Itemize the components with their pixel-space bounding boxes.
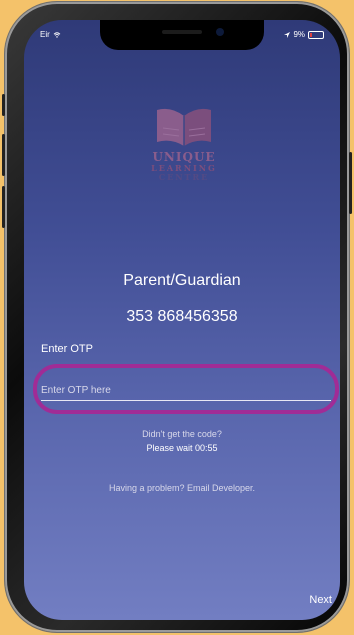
logo-text-line3: CENTRE [158,172,210,182]
logo-text-line1: UNIQUE [152,150,216,164]
notch [100,20,264,50]
status-bar-left: Eir [40,30,61,39]
phone-frame: Eir 9% UNIQUE LEARNING CENTRE Parent/Gua… [2,2,352,632]
app-logo: UNIQUE LEARNING CENTRE [149,104,219,194]
app-screen: Eir 9% UNIQUE LEARNING CENTRE Parent/Gua… [24,20,340,620]
carrier-label: Eir [40,30,50,39]
volume-down-button [2,186,5,228]
role-title: Parent/Guardian [123,272,241,289]
email-developer-link[interactable]: Having a problem? Email Developer. [24,483,340,493]
power-button [349,152,352,214]
speaker-grille [162,30,202,34]
mute-switch [2,94,5,116]
front-camera [216,28,224,36]
location-arrow-icon [284,31,291,38]
phone-number: 353 868456358 [126,308,238,325]
next-button[interactable]: Next [309,594,332,606]
otp-label: Enter OTP [41,343,93,355]
resend-prompt: Didn't get the code? [142,429,222,439]
battery-icon [308,30,324,39]
open-book-logo-icon [157,108,211,146]
otp-input[interactable] [41,380,331,401]
status-bar-right: 9% [284,30,324,39]
wifi-icon [53,31,61,38]
resend-timer: Please wait 00:55 [146,443,218,453]
battery-percent: 9% [293,30,305,39]
volume-up-button [2,134,5,176]
